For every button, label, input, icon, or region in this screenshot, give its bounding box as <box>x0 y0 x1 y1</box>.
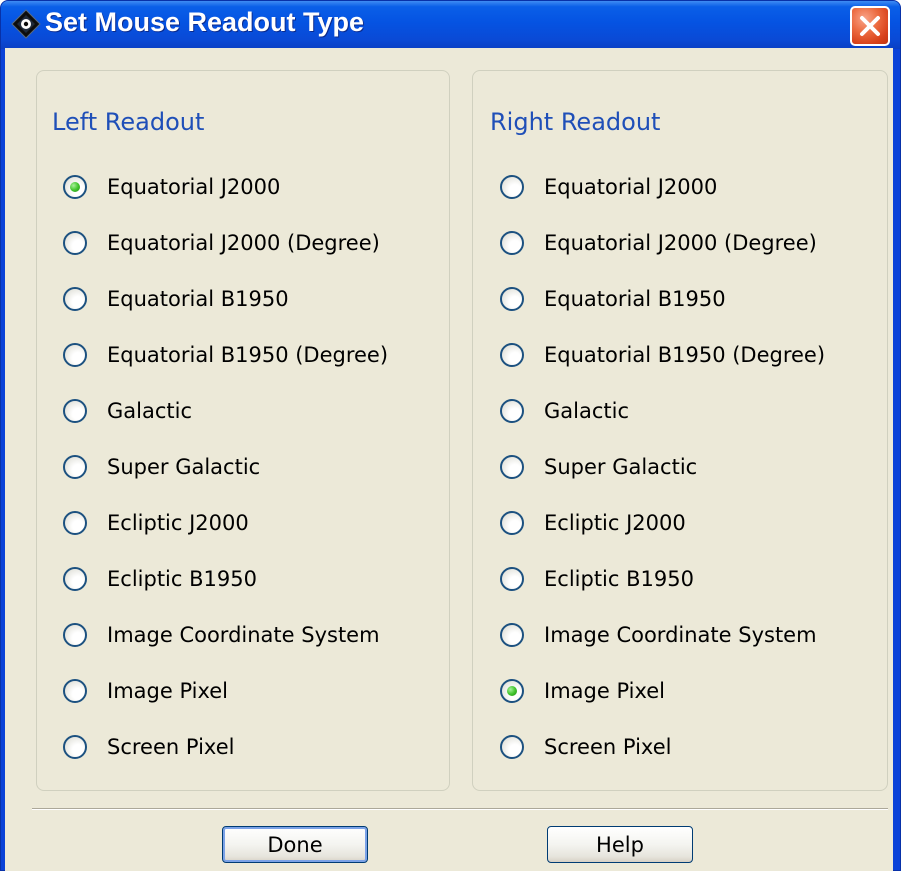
radio-label: Ecliptic J2000 <box>107 511 249 535</box>
window-title: Set Mouse Readout Type <box>45 7 365 37</box>
close-x-icon <box>860 16 880 36</box>
radio-label: Equatorial B1950 (Degree) <box>107 343 389 367</box>
radio-label: Image Coordinate System <box>544 623 817 647</box>
radio-selected-dot <box>70 182 80 192</box>
radio-button[interactable] <box>500 511 524 535</box>
right-readout-label: Right Readout <box>487 108 664 136</box>
left-option-image-pixel[interactable]: Image Pixel <box>63 671 228 711</box>
radio-button[interactable] <box>63 511 87 535</box>
right-option-super-galactic[interactable]: Super Galactic <box>500 447 697 487</box>
radio-label: Equatorial B1950 <box>544 287 726 311</box>
left-option-super-galactic[interactable]: Super Galactic <box>63 447 260 487</box>
right-option-screen-pixel[interactable]: Screen Pixel <box>500 727 671 767</box>
right-option-equatorial-j2000[interactable]: Equatorial J2000 <box>500 167 717 207</box>
radio-button[interactable] <box>63 679 87 703</box>
right-option-image-pixel[interactable]: Image Pixel <box>500 671 665 711</box>
radio-button[interactable] <box>63 343 87 367</box>
radio-label: Equatorial J2000 <box>544 175 718 199</box>
close-button[interactable] <box>850 6 890 46</box>
radio-button[interactable] <box>63 735 87 759</box>
right-option-galactic[interactable]: Galactic <box>500 391 629 431</box>
title-bar[interactable]: Set Mouse Readout Type <box>1 1 900 49</box>
button-separator <box>32 808 888 810</box>
right-option-image-coordinate-system[interactable]: Image Coordinate System <box>500 615 817 655</box>
radio-button[interactable] <box>63 399 87 423</box>
radio-label: Ecliptic J2000 <box>544 511 686 535</box>
radio-label: Super Galactic <box>107 455 261 479</box>
left-option-equatorial-b1950-degree[interactable]: Equatorial B1950 (Degree) <box>63 335 388 375</box>
radio-selected-dot <box>507 686 517 696</box>
radio-label: Image Pixel <box>544 679 666 703</box>
radio-label: Image Pixel <box>107 679 229 703</box>
radio-button[interactable] <box>500 343 524 367</box>
radio-label: Equatorial B1950 (Degree) <box>544 343 826 367</box>
radio-label: Equatorial J2000 (Degree) <box>544 231 817 255</box>
radio-button[interactable] <box>500 455 524 479</box>
radio-button[interactable] <box>500 175 524 199</box>
radio-button[interactable] <box>63 175 87 199</box>
right-option-equatorial-b1950-degree[interactable]: Equatorial B1950 (Degree) <box>500 335 825 375</box>
radio-label: Ecliptic B1950 <box>107 567 257 591</box>
radio-label: Screen Pixel <box>107 735 235 759</box>
right-option-ecliptic-b1950[interactable]: Ecliptic B1950 <box>500 559 694 599</box>
diamond-app-icon <box>11 9 41 39</box>
left-option-equatorial-b1950[interactable]: Equatorial B1950 <box>63 279 289 319</box>
radio-label: Equatorial B1950 <box>107 287 289 311</box>
radio-button[interactable] <box>500 735 524 759</box>
radio-button[interactable] <box>500 287 524 311</box>
right-option-equatorial-j2000-degree[interactable]: Equatorial J2000 (Degree) <box>500 223 817 263</box>
left-readout-label: Left Readout <box>49 108 208 136</box>
left-option-equatorial-j2000-degree[interactable]: Equatorial J2000 (Degree) <box>63 223 380 263</box>
radio-label: Ecliptic B1950 <box>544 567 694 591</box>
radio-label: Image Coordinate System <box>107 623 380 647</box>
radio-label: Screen Pixel <box>544 735 672 759</box>
radio-button[interactable] <box>500 567 524 591</box>
radio-button[interactable] <box>500 231 524 255</box>
radio-button[interactable] <box>63 623 87 647</box>
left-option-galactic[interactable]: Galactic <box>63 391 192 431</box>
left-option-ecliptic-b1950[interactable]: Ecliptic B1950 <box>63 559 257 599</box>
left-option-image-coordinate-system[interactable]: Image Coordinate System <box>63 615 380 655</box>
left-option-screen-pixel[interactable]: Screen Pixel <box>63 727 234 767</box>
left-option-equatorial-j2000[interactable]: Equatorial J2000 <box>63 167 280 207</box>
radio-button[interactable] <box>500 399 524 423</box>
radio-label: Galactic <box>544 399 630 423</box>
help-button[interactable]: Help <box>547 826 693 863</box>
right-option-ecliptic-j2000[interactable]: Ecliptic J2000 <box>500 503 686 543</box>
radio-button[interactable] <box>63 287 87 311</box>
right-option-equatorial-b1950[interactable]: Equatorial B1950 <box>500 279 726 319</box>
radio-label: Galactic <box>107 399 193 423</box>
radio-button[interactable] <box>63 567 87 591</box>
radio-button[interactable] <box>500 679 524 703</box>
radio-button[interactable] <box>63 455 87 479</box>
radio-button[interactable] <box>500 623 524 647</box>
radio-label: Equatorial J2000 (Degree) <box>107 231 380 255</box>
done-button[interactable]: Done <box>222 826 368 863</box>
left-option-ecliptic-j2000[interactable]: Ecliptic J2000 <box>63 503 249 543</box>
radio-label: Equatorial J2000 <box>107 175 281 199</box>
radio-button[interactable] <box>63 231 87 255</box>
radio-label: Super Galactic <box>544 455 698 479</box>
